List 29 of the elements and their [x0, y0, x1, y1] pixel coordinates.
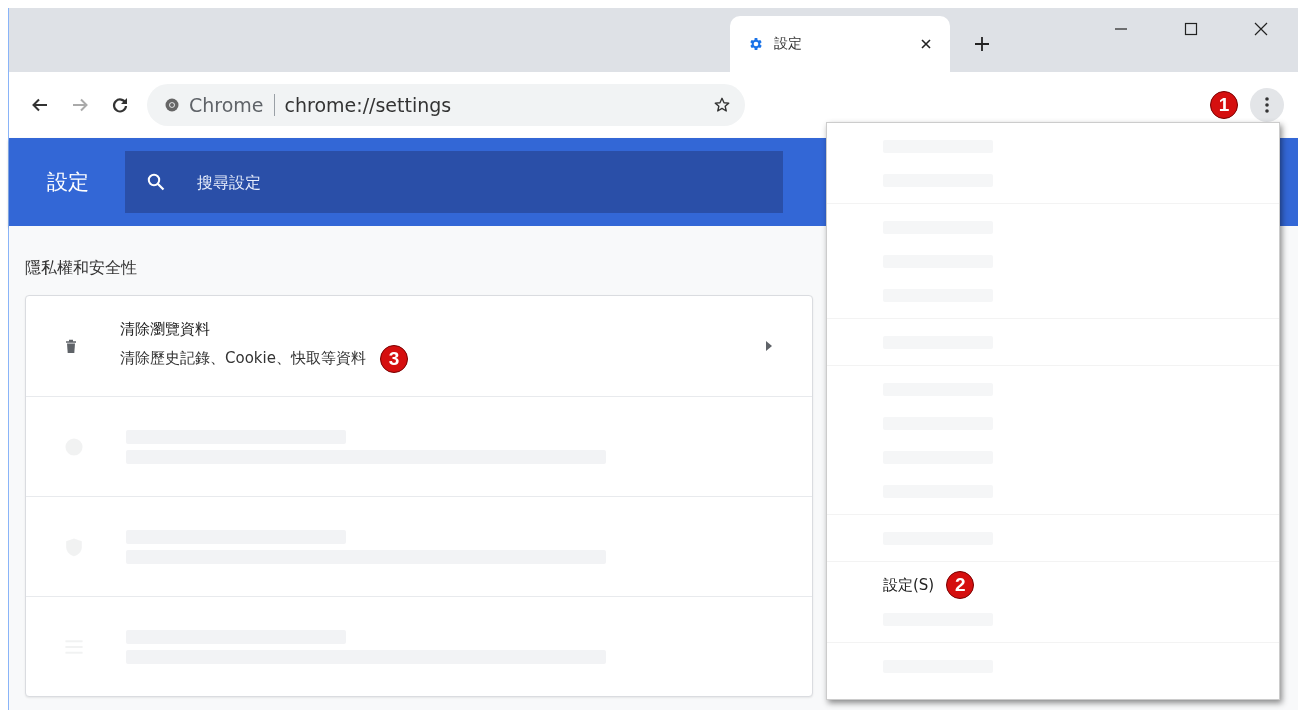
section-title: 隱私權和安全性 [25, 258, 137, 279]
gear-icon [748, 36, 764, 52]
chrome-logo-icon [165, 98, 179, 112]
address-bar[interactable]: Chrome chrome://settings [147, 84, 745, 126]
url-text: chrome://settings [284, 94, 453, 116]
settings-row[interactable]: 清除瀏覽資料 清除歷史記錄、Cookie、快取等資料 3 [26, 296, 812, 396]
back-icon[interactable] [31, 96, 49, 114]
close-icon[interactable] [920, 38, 932, 50]
row-title: 清除瀏覽資料 [120, 319, 211, 339]
menu-item[interactable]: 設定(S) [883, 575, 935, 595]
menu-button[interactable] [1250, 88, 1284, 122]
maximize-icon[interactable] [1184, 22, 1198, 36]
step-number: 3 [379, 344, 408, 373]
more-icon [1265, 97, 1269, 113]
search-field[interactable]: 搜尋設定 [125, 151, 783, 213]
reload-icon[interactable] [111, 96, 129, 114]
row-description: 清除歷史記錄、Cookie、快取等資料 [120, 349, 366, 368]
page-title: 設定 [47, 169, 89, 196]
new-tab-icon[interactable] [974, 36, 990, 52]
step-number: 1 [1210, 91, 1238, 119]
arrow-right-icon [766, 341, 772, 351]
browser-tab[interactable]: 設定 [730, 16, 950, 72]
trash-icon [64, 338, 78, 354]
forward-icon [71, 96, 89, 114]
close-icon[interactable] [1254, 22, 1268, 36]
star-icon[interactable] [713, 96, 731, 114]
step-number: 2 [946, 571, 975, 599]
search-icon [147, 173, 165, 191]
site-label: Chrome [189, 94, 264, 116]
